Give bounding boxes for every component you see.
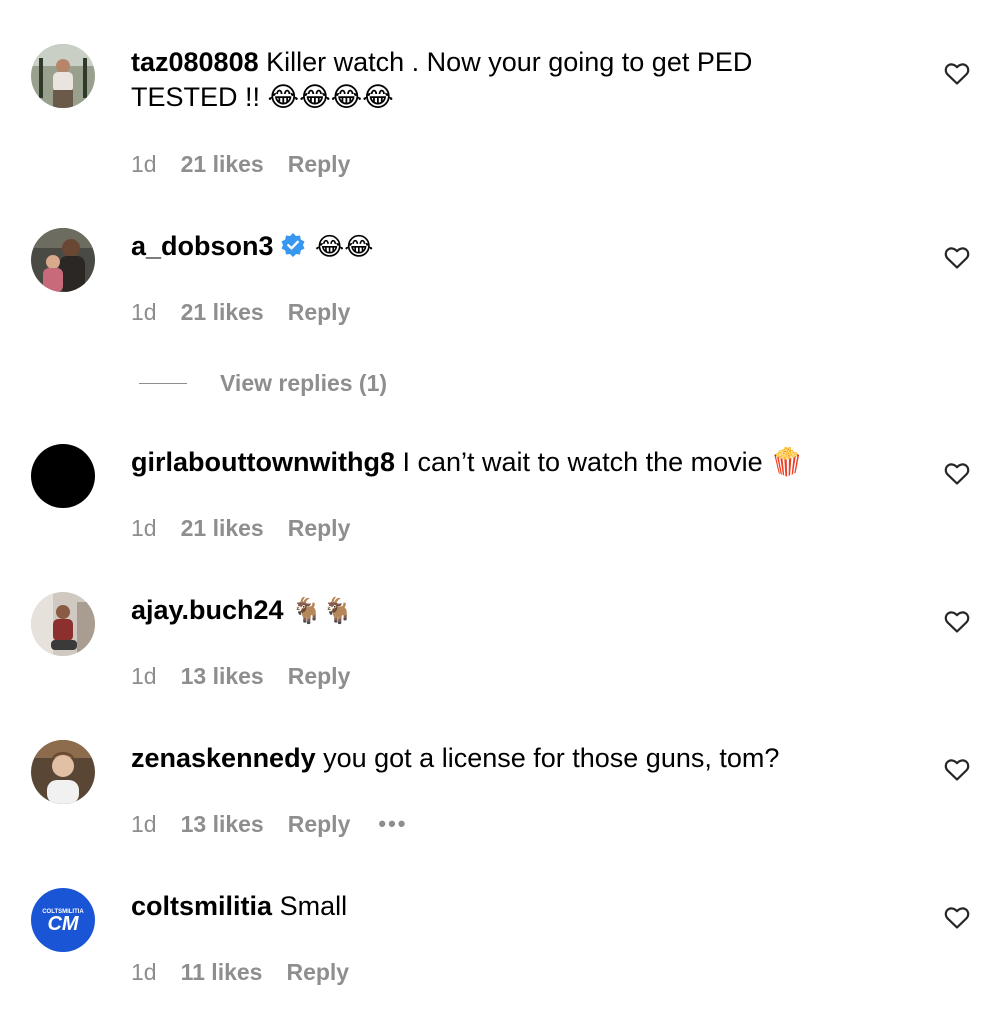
comment-username[interactable]: ajay.buch24 — [131, 595, 284, 625]
avatar[interactable] — [31, 44, 95, 108]
comment-username[interactable]: zenaskennedy — [131, 743, 316, 773]
comment-username[interactable]: a_dobson3 — [131, 231, 274, 261]
heart-outline-icon[interactable] — [944, 610, 970, 634]
reply-button[interactable]: Reply — [286, 959, 349, 986]
view-replies-button[interactable]: View replies (1) — [139, 368, 387, 398]
avatar[interactable] — [31, 740, 95, 804]
comment-username[interactable]: girlabouttownwithg8 — [131, 447, 395, 477]
heart-outline-icon[interactable] — [944, 246, 970, 270]
comment-username[interactable]: coltsmilitia — [131, 891, 272, 921]
likes-count[interactable]: 21 likes — [181, 515, 264, 542]
comment-time[interactable]: 1d — [131, 663, 157, 690]
avatar[interactable] — [31, 228, 95, 292]
comment-username[interactable]: taz080808 — [131, 47, 259, 77]
reply-button[interactable]: Reply — [288, 811, 351, 838]
reply-button[interactable]: Reply — [288, 663, 351, 690]
heart-outline-icon[interactable] — [944, 758, 970, 782]
comment-text: Small — [279, 891, 348, 921]
likes-count[interactable]: 21 likes — [181, 151, 264, 178]
heart-outline-icon[interactable] — [944, 906, 970, 930]
divider-line — [139, 382, 187, 384]
heart-outline-icon[interactable] — [944, 62, 970, 86]
comment-time[interactable]: 1d — [131, 811, 157, 838]
comment-time[interactable]: 1d — [131, 299, 157, 326]
comment-text: 🐐🐐 — [291, 596, 354, 625]
avatar[interactable] — [31, 592, 95, 656]
avatar-text: CM — [47, 913, 79, 935]
more-options-icon[interactable]: ••• — [378, 811, 407, 837]
likes-count[interactable]: 13 likes — [181, 663, 264, 690]
likes-count[interactable]: 11 likes — [181, 959, 263, 986]
avatar[interactable]: COLTSMILITIA CM — [31, 888, 95, 952]
comment-time[interactable]: 1d — [131, 151, 157, 178]
comment-text: Killer watch . Now your going to get PED — [266, 47, 753, 77]
reply-button[interactable]: Reply — [288, 299, 351, 326]
avatar[interactable] — [31, 444, 95, 508]
verified-badge-icon — [280, 232, 306, 267]
comment-text: you got a license for those guns, tom? — [323, 743, 780, 773]
comment-text: I can’t wait to watch the movie 🍿 — [402, 447, 804, 477]
reply-button[interactable]: Reply — [288, 151, 351, 178]
likes-count[interactable]: 13 likes — [181, 811, 264, 838]
comment-text: 😂😂 — [315, 232, 374, 261]
comment-text-continued: TESTED !! 😂😂😂😂 — [131, 82, 394, 112]
reply-button[interactable]: Reply — [288, 515, 351, 542]
comment-time[interactable]: 1d — [131, 959, 157, 986]
view-replies-label[interactable]: View replies (1) — [220, 370, 387, 397]
likes-count[interactable]: 21 likes — [181, 299, 264, 326]
heart-outline-icon[interactable] — [944, 462, 970, 486]
comment-time[interactable]: 1d — [131, 515, 157, 542]
